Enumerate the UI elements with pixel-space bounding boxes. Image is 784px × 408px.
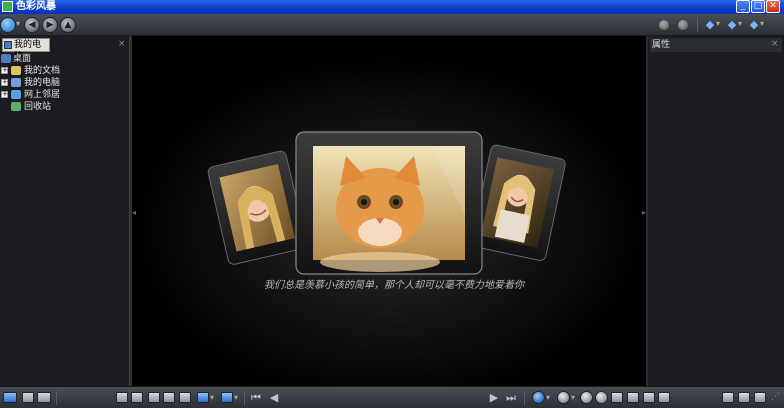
move-icon[interactable] [627,392,639,403]
toolbar: ▾ ◀ ▶ ▲ ◆ ▾ ◆ ▾ ◆ ▾ [0,14,784,36]
maximize-button[interactable]: □ [751,0,765,13]
expand-icon[interactable]: + [1,91,8,98]
first-image-button[interactable]: ⏮ [250,391,262,404]
network-icon [11,90,21,99]
rotate-left-icon[interactable] [580,391,593,404]
properties-panel: 属性 × [648,36,784,388]
tree-item-label: 我的电脑 [24,78,61,88]
separator [56,391,57,405]
export-icon[interactable] [754,392,766,403]
tree-item-recycle-bin[interactable]: 回收站 [0,101,128,113]
delete-icon[interactable] [643,392,655,403]
main-menu-button[interactable] [0,17,16,33]
next-image-button[interactable]: ▶ [488,391,500,404]
dropdown-arrow-icon[interactable]: ▾ [234,393,238,402]
sort-icon[interactable]: ◆ [726,19,738,31]
grid-view-icon[interactable] [148,392,160,403]
tree-item-network[interactable]: + 网上邻居 [0,89,128,101]
folder-panel: 我的电脑 × 桌面 + 我的文档 + 我的电脑 + 网上邻居 回收站 [0,36,130,388]
separator [244,391,245,405]
view-mode-icon[interactable]: ◆ [704,19,716,31]
filmstrip-view-icon[interactable] [163,392,175,403]
save-icon[interactable] [22,392,34,403]
expand-icon[interactable]: + [1,67,8,74]
status-dot-icon[interactable] [659,20,669,30]
thumbnail-large-icon[interactable] [131,392,143,403]
main-menu-arrow-icon[interactable]: ▾ [16,19,20,28]
desktop-icon [1,54,11,63]
collapse-left-arrow-icon[interactable]: ◂ [132,208,136,218]
slideshow-icon[interactable] [197,392,209,403]
zoom-icon[interactable] [557,391,570,404]
expand-icon[interactable]: + [1,79,8,86]
info-icon[interactable] [658,392,670,403]
panel-toggle-icon[interactable] [738,392,750,403]
folder-icon [11,66,21,75]
dropdown-arrow-icon[interactable]: ▾ [571,393,575,402]
tree-item-my-computer[interactable]: + 我的电脑 [0,77,128,89]
layout-icon[interactable] [722,392,734,403]
open-folder-icon[interactable] [3,392,17,403]
tree-item-label: 我的文档 [24,66,61,76]
filter-icon[interactable]: ◆ [748,19,760,31]
recycle-bin-icon [11,102,21,111]
tree-item-label: 桌面 [13,54,32,64]
panel-close-icon[interactable]: × [118,39,126,49]
properties-title: 属性 [652,40,671,50]
dropdown-arrow-icon[interactable]: ▾ [760,19,764,28]
up-button[interactable]: ▲ [60,17,76,33]
close-button[interactable]: ✕ [766,0,780,13]
computer-icon [4,41,12,49]
tree-item-label: 回收站 [24,102,52,112]
settings-gear-icon[interactable] [532,391,545,404]
panel-close-icon[interactable]: × [771,39,779,49]
tree-item-my-documents[interactable]: + 我的文档 [0,65,128,77]
copy-icon[interactable] [611,392,623,403]
collapse-right-arrow-icon[interactable]: ▸ [642,208,646,218]
fullscreen-icon[interactable] [179,392,191,403]
computer-icon [11,78,21,87]
forward-button[interactable]: ▶ [42,17,58,33]
separator [524,391,525,405]
print-icon[interactable] [37,392,51,403]
back-button[interactable]: ◀ [24,17,40,33]
dropdown-arrow-icon[interactable]: ▾ [716,19,720,28]
photo-caption: 我们总是羡慕小孩的简单，那个人却可以毫不费力地爱着你 [264,280,524,291]
minimize-button[interactable]: _ [736,0,750,13]
thumbnail-small-icon[interactable] [116,392,128,403]
effects-icon[interactable] [221,392,233,403]
tree-item-label: 网上邻居 [24,90,61,100]
last-image-button[interactable]: ⏭ [505,391,517,404]
status-dot-icon[interactable] [678,20,688,30]
title-bar: 色彩风暴 _ □ ✕ [0,0,784,14]
tab-my-computer[interactable]: 我的电脑 [2,38,50,62]
window-title: 色彩风暴 [16,1,56,12]
dropdown-arrow-icon[interactable]: ▾ [738,19,742,28]
app-icon[interactable] [2,1,13,12]
rotate-right-icon[interactable] [595,391,608,404]
photo-viewer[interactable]: 我们总是羡慕小孩的简单，那个人却可以毫不费力地爱着你 ◂ ▸ [132,36,646,386]
resize-grip-icon[interactable]: ⋰ [771,392,781,404]
cover-flow [132,36,646,386]
previous-image-button[interactable]: ◀ [268,391,280,404]
toolbar-separator [697,18,698,32]
dropdown-arrow-icon[interactable]: ▾ [546,393,550,402]
properties-header: 属性 [650,38,782,52]
tree-item-desktop[interactable]: 桌面 [0,53,128,65]
status-toolbar: ▾ ▾ ⏮ ◀ ▶ ⏭ ▾ ▾ ⋰ [0,386,784,408]
photo-card-center[interactable] [295,131,483,275]
dropdown-arrow-icon[interactable]: ▾ [210,393,214,402]
